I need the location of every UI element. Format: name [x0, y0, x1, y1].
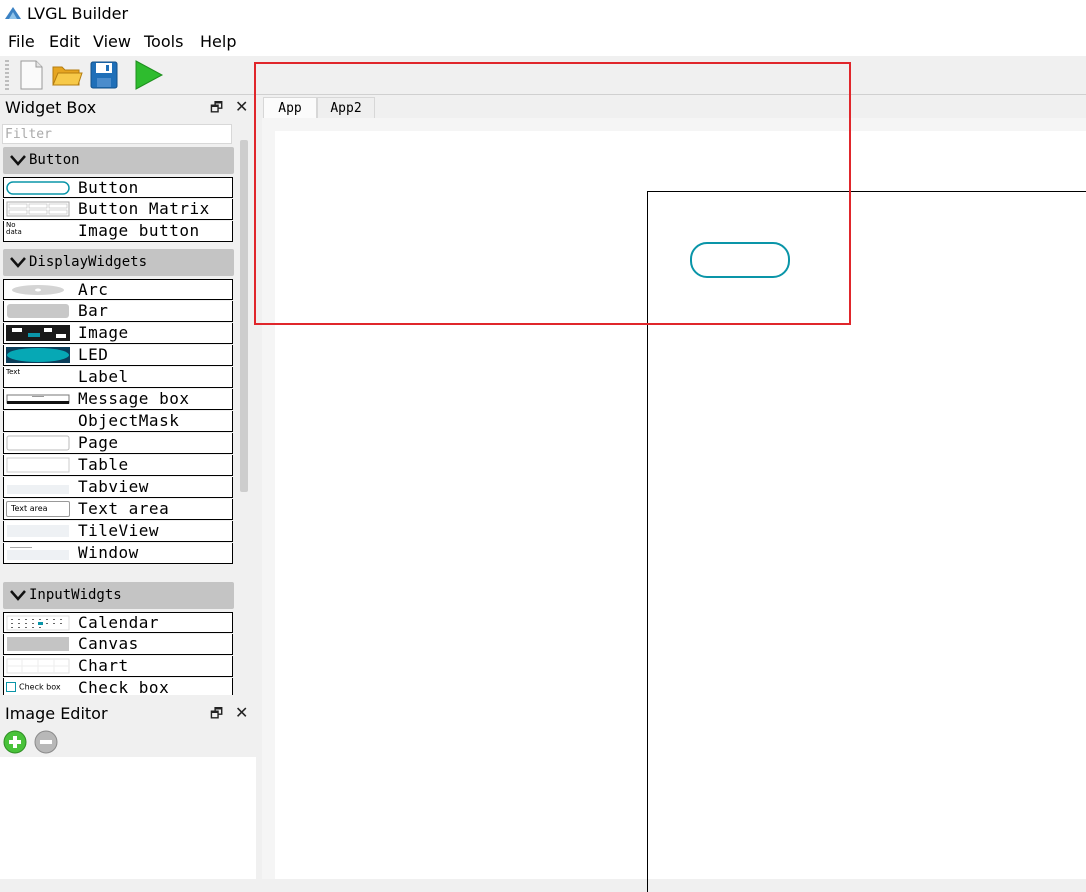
menu-view[interactable]: View [93, 33, 131, 51]
widget-item-table[interactable]: Table [3, 455, 233, 476]
app-logo-icon [5, 7, 21, 19]
widget-label: Arc [78, 280, 109, 299]
widget-box-title: Widget Box [5, 98, 97, 117]
widget-label: Canvas [78, 634, 139, 653]
new-file-icon[interactable] [15, 59, 47, 91]
widget-label: LED [78, 345, 109, 364]
remove-image-icon[interactable] [33, 729, 59, 755]
widget-item-canvas[interactable]: Canvas [3, 634, 233, 655]
widget-label: Check box [78, 678, 170, 697]
category-button-header[interactable]: Button [3, 147, 234, 174]
window-title: LVGL Builder [27, 4, 129, 23]
checkbox-square-icon [6, 682, 16, 692]
image-list[interactable] [0, 757, 256, 879]
check-box-thumb: Check box [6, 682, 70, 694]
text-area-thumb-text: Text area [11, 504, 48, 513]
widget-item-button-matrix[interactable]: Button Matrix [3, 199, 233, 220]
title-bar [0, 0, 1086, 28]
widget-item-image[interactable]: Image [3, 323, 233, 344]
widget-label: Button Matrix [78, 199, 210, 218]
menu-tools[interactable]: Tools [144, 33, 183, 51]
widget-item-tabview[interactable]: Tabview [3, 477, 233, 498]
table-thumb [6, 457, 70, 473]
chevron-down-icon [10, 590, 26, 601]
text-area-thumb: Text area [6, 501, 70, 517]
led-thumb [6, 347, 70, 363]
page-thumb [6, 435, 70, 451]
image-editor-float-icon[interactable]: 🗗 [210, 706, 223, 722]
window-thumb [7, 547, 69, 560]
toolbar-grip[interactable] [5, 60, 9, 90]
label-thumb: Text [6, 368, 21, 376]
category-label: Button [29, 152, 80, 168]
button-thumb [6, 181, 70, 195]
category-inputwidgts-header[interactable]: InputWidgts [3, 582, 234, 609]
widget-item-arc[interactable]: Arc [3, 279, 233, 300]
arc-thumb [12, 285, 64, 295]
widget-label: Chart [78, 656, 129, 675]
widget-label: Table [78, 455, 129, 474]
tileview-thumb [7, 525, 69, 537]
highlight-box [254, 62, 851, 325]
widget-item-page[interactable]: Page [3, 433, 233, 454]
widget-label: TileView [78, 521, 160, 540]
menu-edit[interactable]: Edit [49, 33, 80, 51]
widget-label: Tabview [78, 477, 149, 496]
menu-file[interactable]: File [8, 33, 35, 51]
check-box-thumb-text: Check box [19, 682, 61, 692]
widget-item-check-box[interactable]: Check box Check box [3, 678, 233, 697]
widget-item-tileview[interactable]: TileView [3, 521, 233, 542]
widget-box-float-icon[interactable]: 🗗 [210, 100, 223, 116]
widget-label: Image [78, 323, 129, 342]
category-displaywidgets-header[interactable]: DisplayWidgets [3, 249, 234, 276]
image-thumb [6, 325, 70, 341]
widget-label: Message box [78, 389, 190, 408]
image-button-thumb: No data [6, 221, 22, 236]
tabview-thumb [7, 485, 69, 494]
add-image-icon[interactable] [2, 729, 28, 755]
widget-item-message-box[interactable]: Message box [3, 389, 233, 410]
calendar-thumb [6, 615, 70, 631]
chevron-down-icon [10, 257, 26, 268]
widget-item-bar[interactable]: Bar [3, 301, 233, 322]
open-folder-icon[interactable] [51, 59, 83, 91]
widget-item-led[interactable]: LED [3, 345, 233, 366]
run-icon[interactable] [132, 59, 164, 91]
widget-label: Window [78, 543, 139, 562]
widget-box-scrollbar[interactable] [240, 140, 248, 492]
filter-input[interactable]: Filter [2, 124, 232, 144]
widget-item-calendar[interactable]: Calendar [3, 612, 233, 633]
category-label: InputWidgts [29, 587, 122, 603]
widget-label: Button [78, 178, 139, 197]
widget-box-close-icon[interactable]: ✕ [235, 99, 248, 115]
bar-thumb [7, 304, 69, 318]
widget-item-chart[interactable]: Chart [3, 656, 233, 677]
image-editor-title: Image Editor [5, 704, 108, 723]
widget-label: Bar [78, 301, 109, 320]
widget-label: Text area [78, 499, 170, 518]
canvas-thumb [7, 637, 69, 651]
widget-item-objectmask[interactable]: ObjectMask [3, 411, 233, 432]
widget-item-text-area[interactable]: Text area Text area [3, 499, 233, 520]
widget-item-button[interactable]: Button [3, 177, 233, 198]
chart-thumb [6, 658, 70, 674]
category-label: DisplayWidgets [29, 254, 148, 270]
image-editor-close-icon[interactable]: ✕ [235, 705, 248, 721]
widget-item-window[interactable]: Window [3, 543, 233, 564]
menu-help[interactable]: Help [200, 33, 236, 51]
widget-label: Calendar [78, 613, 160, 632]
save-icon[interactable] [88, 59, 120, 91]
widget-label: Image button [78, 221, 200, 240]
button-matrix-thumb [6, 201, 70, 217]
chevron-down-icon [10, 155, 26, 166]
widget-label: ObjectMask [78, 411, 180, 430]
widget-label: Page [78, 433, 119, 452]
widget-label: Label [78, 367, 129, 386]
message-box-thumb [6, 394, 70, 404]
widget-item-image-button[interactable]: No data Image button [3, 221, 233, 242]
widget-item-label[interactable]: Text Label [3, 367, 233, 388]
